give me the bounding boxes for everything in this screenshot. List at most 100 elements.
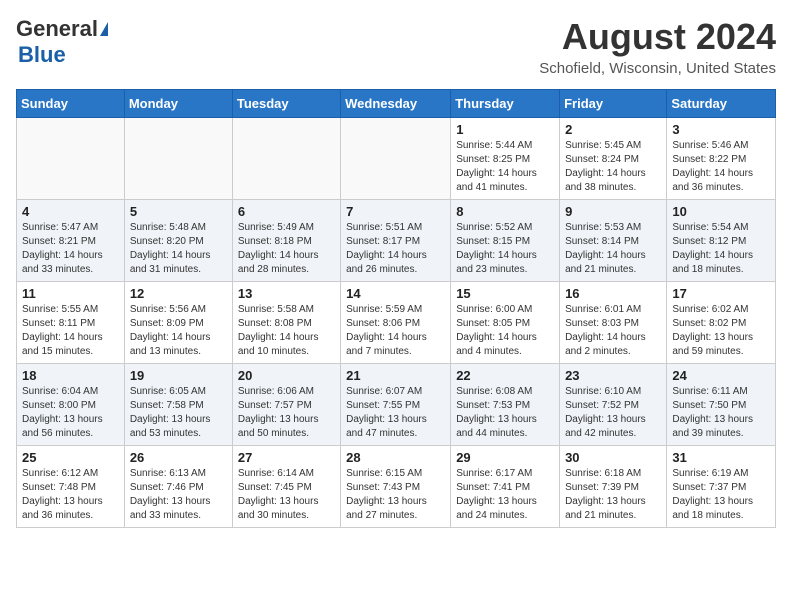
day-number: 25 — [22, 450, 119, 465]
page-header: General Blue August 2024 Schofield, Wisc… — [16, 16, 776, 77]
day-info: Sunrise: 5:54 AMSunset: 8:12 PMDaylight:… — [672, 221, 770, 277]
calendar-week-row: 11 Sunrise: 5:55 AMSunset: 8:11 PMDayligh… — [17, 282, 776, 364]
day-info: Sunrise: 6:04 AMSunset: 8:00 PMDaylight:… — [22, 385, 119, 441]
day-number: 28 — [346, 450, 445, 465]
day-number: 6 — [238, 204, 335, 219]
calendar-cell: 29 Sunrise: 6:17 AMSunset: 7:41 PMDayligh… — [451, 446, 560, 528]
day-number: 17 — [672, 286, 770, 301]
day-number: 12 — [130, 286, 227, 301]
day-info: Sunrise: 6:00 AMSunset: 8:05 PMDaylight:… — [456, 303, 554, 359]
day-info: Sunrise: 6:08 AMSunset: 7:53 PMDaylight:… — [456, 385, 554, 441]
calendar-week-row: 18 Sunrise: 6:04 AMSunset: 8:00 PMDayligh… — [17, 364, 776, 446]
calendar-header-row: SundayMondayTuesdayWednesdayThursdayFrid… — [17, 90, 776, 118]
calendar-week-row: 4Sunrise: 5:47 AMSunset: 8:21 PMDaylight… — [17, 200, 776, 282]
day-info: Sunrise: 5:46 AMSunset: 8:22 PMDaylight:… — [672, 139, 770, 195]
day-info: Sunrise: 6:11 AMSunset: 7:50 PMDaylight:… — [672, 385, 770, 441]
day-info: Sunrise: 5:52 AMSunset: 8:15 PMDaylight:… — [456, 221, 554, 277]
calendar-cell: 4Sunrise: 5:47 AMSunset: 8:21 PMDaylight… — [17, 200, 125, 282]
day-info: Sunrise: 5:53 AMSunset: 8:14 PMDaylight:… — [565, 221, 661, 277]
day-number: 5 — [130, 204, 227, 219]
col-header-tuesday: Tuesday — [232, 90, 340, 118]
day-number: 18 — [22, 368, 119, 383]
day-info: Sunrise: 6:14 AMSunset: 7:45 PMDaylight:… — [238, 467, 335, 523]
day-info: Sunrise: 6:10 AMSunset: 7:52 PMDaylight:… — [565, 385, 661, 441]
calendar-cell: 12Sunrise: 5:56 AMSunset: 8:09 PMDayligh… — [124, 282, 232, 364]
col-header-sunday: Sunday — [17, 90, 125, 118]
calendar-cell: 14Sunrise: 5:59 AMSunset: 8:06 PMDayligh… — [341, 282, 451, 364]
day-number: 21 — [346, 368, 445, 383]
calendar-cell: 31Sunrise: 6:19 AMSunset: 7:37 PMDayligh… — [667, 446, 776, 528]
calendar-cell: 19Sunrise: 6:05 AMSunset: 7:58 PMDayligh… — [124, 364, 232, 446]
title-block: August 2024 Schofield, Wisconsin, United… — [539, 16, 776, 77]
day-info: Sunrise: 6:18 AMSunset: 7:39 PMDaylight:… — [565, 467, 661, 523]
day-number: 16 — [565, 286, 661, 301]
col-header-wednesday: Wednesday — [341, 90, 451, 118]
day-number: 11 — [22, 286, 119, 301]
logo: General Blue — [16, 16, 108, 68]
day-info: Sunrise: 6:06 AMSunset: 7:57 PMDaylight:… — [238, 385, 335, 441]
calendar-cell: 17Sunrise: 6:02 AMSunset: 8:02 PMDayligh… — [667, 282, 776, 364]
day-info: Sunrise: 6:15 AMSunset: 7:43 PMDaylight:… — [346, 467, 445, 523]
day-info: Sunrise: 5:48 AMSunset: 8:20 PMDaylight:… — [130, 221, 227, 277]
calendar-table: SundayMondayTuesdayWednesdayThursdayFrid… — [16, 89, 776, 528]
calendar-cell: 1Sunrise: 5:44 AMSunset: 8:25 PMDaylight… — [451, 118, 560, 200]
day-info: Sunrise: 6:07 AMSunset: 7:55 PMDaylight:… — [346, 385, 445, 441]
calendar-cell: 8 Sunrise: 5:52 AMSunset: 8:15 PMDaylight… — [451, 200, 560, 282]
calendar-cell — [341, 118, 451, 200]
day-number: 29 — [456, 450, 554, 465]
day-number: 24 — [672, 368, 770, 383]
day-info: Sunrise: 5:55 AMSunset: 8:11 PMDaylight:… — [22, 303, 119, 359]
day-number: 10 — [672, 204, 770, 219]
calendar-cell: 15 Sunrise: 6:00 AMSunset: 8:05 PMDayligh… — [451, 282, 560, 364]
calendar-cell: 2 Sunrise: 5:45 AMSunset: 8:24 PMDaylight… — [560, 118, 667, 200]
calendar-cell: 25 Sunrise: 6:12 AMSunset: 7:48 PMDayligh… — [17, 446, 125, 528]
day-info: Sunrise: 6:01 AMSunset: 8:03 PMDaylight:… — [565, 303, 661, 359]
col-header-monday: Monday — [124, 90, 232, 118]
day-number: 20 — [238, 368, 335, 383]
day-info: Sunrise: 6:17 AMSunset: 7:41 PMDaylight:… — [456, 467, 554, 523]
calendar-cell: 16 Sunrise: 6:01 AMSunset: 8:03 PMDayligh… — [560, 282, 667, 364]
day-info: Sunrise: 5:51 AMSunset: 8:17 PMDaylight:… — [346, 221, 445, 277]
calendar-cell — [232, 118, 340, 200]
calendar-cell — [124, 118, 232, 200]
day-info: Sunrise: 6:13 AMSunset: 7:46 PMDaylight:… — [130, 467, 227, 523]
calendar-cell: 28 Sunrise: 6:15 AMSunset: 7:43 PMDayligh… — [341, 446, 451, 528]
day-number: 27 — [238, 450, 335, 465]
day-number: 31 — [672, 450, 770, 465]
calendar-week-row: 1Sunrise: 5:44 AMSunset: 8:25 PMDaylight… — [17, 118, 776, 200]
day-number: 1 — [456, 122, 554, 137]
calendar-cell: 30 Sunrise: 6:18 AMSunset: 7:39 PMDayligh… — [560, 446, 667, 528]
calendar-cell: 5 Sunrise: 5:48 AMSunset: 8:20 PMDaylight… — [124, 200, 232, 282]
logo-general: General — [16, 16, 98, 42]
day-number: 3 — [672, 122, 770, 137]
month-year-title: August 2024 — [539, 16, 776, 58]
day-number: 19 — [130, 368, 227, 383]
location-subtitle: Schofield, Wisconsin, United States — [539, 60, 776, 77]
day-info: Sunrise: 6:12 AMSunset: 7:48 PMDaylight:… — [22, 467, 119, 523]
calendar-cell: 9 Sunrise: 5:53 AMSunset: 8:14 PMDaylight… — [560, 200, 667, 282]
day-number: 13 — [238, 286, 335, 301]
day-number: 2 — [565, 122, 661, 137]
day-number: 26 — [130, 450, 227, 465]
day-number: 9 — [565, 204, 661, 219]
day-info: Sunrise: 5:49 AMSunset: 8:18 PMDaylight:… — [238, 221, 335, 277]
calendar-cell: 26 Sunrise: 6:13 AMSunset: 7:46 PMDayligh… — [124, 446, 232, 528]
day-number: 23 — [565, 368, 661, 383]
day-info: Sunrise: 5:45 AMSunset: 8:24 PMDaylight:… — [565, 139, 661, 195]
calendar-cell: 10 Sunrise: 5:54 AMSunset: 8:12 PMDayligh… — [667, 200, 776, 282]
calendar-cell: 23 Sunrise: 6:10 AMSunset: 7:52 PMDayligh… — [560, 364, 667, 446]
calendar-week-row: 25 Sunrise: 6:12 AMSunset: 7:48 PMDayligh… — [17, 446, 776, 528]
col-header-thursday: Thursday — [451, 90, 560, 118]
logo-blue: Blue — [18, 42, 66, 68]
calendar-cell: 6 Sunrise: 5:49 AMSunset: 8:18 PMDaylight… — [232, 200, 340, 282]
calendar-cell: 20 Sunrise: 6:06 AMSunset: 7:57 PMDayligh… — [232, 364, 340, 446]
day-number: 8 — [456, 204, 554, 219]
calendar-cell — [17, 118, 125, 200]
day-number: 30 — [565, 450, 661, 465]
calendar-cell: 7Sunrise: 5:51 AMSunset: 8:17 PMDaylight… — [341, 200, 451, 282]
day-number: 15 — [456, 286, 554, 301]
day-info: Sunrise: 5:58 AMSunset: 8:08 PMDaylight:… — [238, 303, 335, 359]
logo-triangle-icon — [100, 22, 108, 36]
col-header-friday: Friday — [560, 90, 667, 118]
calendar-cell: 27 Sunrise: 6:14 AMSunset: 7:45 PMDayligh… — [232, 446, 340, 528]
